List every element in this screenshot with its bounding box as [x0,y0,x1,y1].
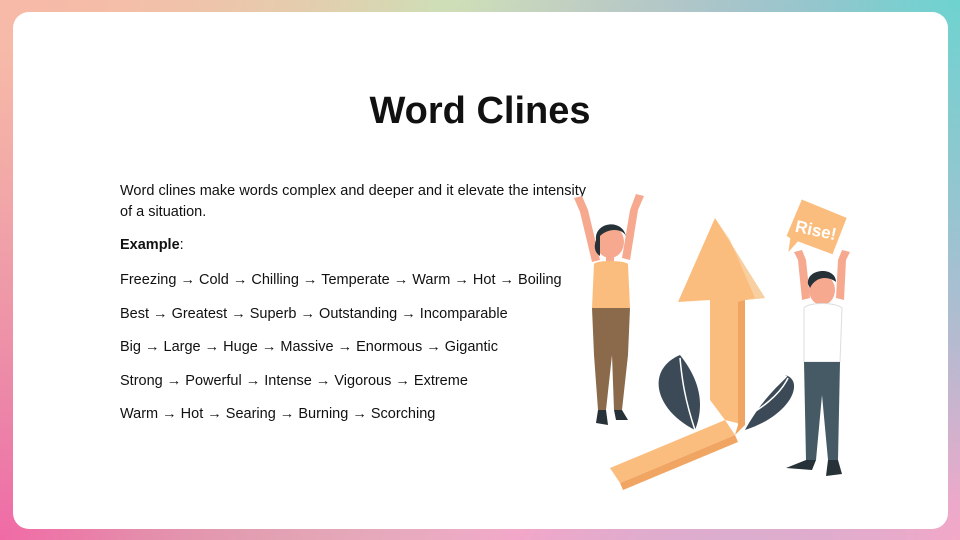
intro-paragraph: Word clines make words complex and deepe… [120,183,586,220]
slide-title: Word Clines [369,90,591,132]
cline-item: Warm → Hot → Searing → Burning → Scorchi… [120,406,436,422]
cline-item: Big → Large → Huge → Massive → Enormous … [120,339,498,355]
cline-item: Freezing → Cold → Chilling → Temperate →… [120,272,562,288]
example-label: Example [120,237,180,253]
woman-cheering-icon [574,194,644,425]
rising-arrow-icon [610,218,765,490]
rise-sign-icon: Rise! [786,199,847,255]
example-heading: Example: [120,237,184,253]
cline-list: Freezing → Cold → Chilling → Temperate →… [120,270,562,438]
cline-item: Best → Greatest → Superb → Outstanding →… [120,305,508,322]
rise-illustration: Rise! [574,194,850,490]
cline-item: Strong → Powerful → Intense → Vigorous →… [120,372,468,389]
leaf-plant-left-icon [658,355,700,431]
man-cheering-icon: Rise! [786,199,850,476]
leaf-plant-right-icon [739,375,795,430]
example-colon: : [179,237,184,253]
